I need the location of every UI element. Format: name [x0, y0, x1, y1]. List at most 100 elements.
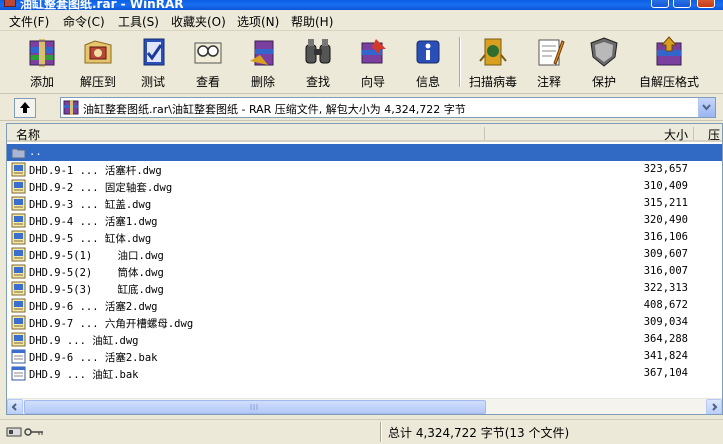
menu-favorites[interactable]: 收藏夹(O): [171, 13, 226, 30]
up-folder-button[interactable]: [14, 98, 36, 118]
status-bar: 总计 4,324,722 字节(13 个文件): [0, 419, 723, 444]
file-name: ..: [29, 146, 42, 158]
file-row[interactable]: DHD.9-2 ... 固定轴套.dwg 310,409: [7, 178, 722, 195]
menu-help[interactable]: 帮助(H): [291, 13, 333, 30]
find-icon: [305, 39, 331, 64]
file-list[interactable]: 名称 大小 压 .. DHD.9-1 ... 活塞杆.dwg 323,657 DHD.…: [6, 123, 723, 415]
file-row[interactable]: DHD.9-6 ... 活塞2.bak 341,824: [7, 348, 722, 365]
maximize-button[interactable]: [673, 0, 691, 8]
file-name: DHD.9-5(3) 缸底.dwg: [29, 284, 164, 296]
scroll-thumb[interactable]: [24, 400, 486, 414]
dwg-file-icon: [11, 179, 26, 194]
toolbar-separator: [459, 37, 461, 87]
scroll-left-button[interactable]: [7, 399, 23, 414]
drive-key-icon[interactable]: [6, 425, 46, 439]
protect-button[interactable]: 保护: [576, 33, 632, 91]
file-size: 367,104: [643, 367, 688, 379]
wizard-label: 向导: [360, 75, 385, 89]
comment-label: 注释: [536, 75, 561, 89]
file-row[interactable]: DHD.9-7 ... 六角开槽螺母.dwg 309,034: [7, 314, 722, 331]
bak-file-icon: [11, 366, 26, 381]
column-header-name[interactable]: 名称: [16, 126, 40, 143]
horizontal-scrollbar[interactable]: [7, 398, 722, 414]
menu-options[interactable]: 选项(N): [237, 13, 279, 30]
protect-icon: [590, 37, 618, 67]
virus-scan-icon: [479, 38, 507, 66]
toolbar: 添加 解压到 测试 查看 删除 查找 向导 信息 扫描病毒 注释 保护 自解压格…: [0, 31, 723, 94]
view-label: 查看: [195, 75, 220, 89]
virus-scan-button[interactable]: 扫描病毒: [465, 33, 521, 91]
chevron-down-icon: [702, 104, 711, 111]
file-row[interactable]: DHD.9-3 ... 缸盖.dwg 315,211: [7, 195, 722, 212]
address-bar: 油缸整套图纸.rar\油缸整套图纸 - RAR 压缩文件, 解包大小为 4,32…: [0, 95, 723, 121]
file-row[interactable]: DHD.9-4 ... 活塞1.dwg 320,490: [7, 212, 722, 229]
test-button[interactable]: 测试: [125, 33, 181, 91]
arrow-left-icon: [11, 403, 17, 411]
file-row[interactable]: DHD.9-5(3) 缸底.dwg 322,313: [7, 280, 722, 297]
column-divider[interactable]: [693, 127, 694, 140]
extract-to-button[interactable]: 解压到: [70, 33, 126, 91]
file-size: 323,657: [643, 163, 688, 175]
scroll-right-button[interactable]: [706, 399, 722, 414]
info-button[interactable]: 信息: [400, 33, 456, 91]
window-title: 油缸整套图纸.rar - WinRAR: [20, 0, 184, 10]
info-icon: [416, 40, 440, 64]
menu-bar: 文件(F) 命令(C) 工具(S) 收藏夹(O) 选项(N) 帮助(H): [0, 10, 723, 31]
file-size: 315,211: [643, 197, 688, 209]
sfx-icon: [656, 36, 682, 66]
dwg-file-icon: [11, 281, 26, 296]
minimize-button[interactable]: [651, 0, 669, 8]
file-size: 316,007: [643, 265, 688, 277]
dwg-file-icon: [11, 162, 26, 177]
title-bar: 油缸整套图纸.rar - WinRAR: [0, 0, 723, 10]
path-dropdown-button[interactable]: [698, 98, 715, 117]
dwg-file-icon: [11, 247, 26, 262]
menu-commands[interactable]: 命令(C): [63, 13, 105, 30]
delete-button[interactable]: 删除: [235, 33, 291, 91]
close-button[interactable]: [697, 0, 715, 8]
file-name: DHD.9-4 ... 活塞1.dwg: [29, 216, 158, 228]
column-header-packed[interactable]: 压: [708, 126, 720, 143]
file-row[interactable]: DHD.9-6 ... 活塞2.dwg 408,672: [7, 297, 722, 314]
file-name: DHD.9-3 ... 缸盖.dwg: [29, 199, 152, 211]
comment-button[interactable]: 注释: [521, 33, 577, 91]
add-button[interactable]: 添加: [14, 33, 70, 91]
column-header-size[interactable]: 大小: [664, 126, 688, 143]
status-summary: 总计 4,324,722 字节(13 个文件): [388, 426, 570, 440]
file-row[interactable]: DHD.9-1 ... 活塞杆.dwg 323,657: [7, 161, 722, 178]
menu-tools[interactable]: 工具(S): [118, 13, 159, 30]
dwg-file-icon: [11, 196, 26, 211]
path-combobox[interactable]: 油缸整套图纸.rar\油缸整套图纸 - RAR 压缩文件, 解包大小为 4,32…: [60, 97, 716, 118]
file-name: DHD.9 ... 油缸.dwg: [29, 335, 139, 347]
file-size: 309,034: [643, 316, 688, 328]
file-row[interactable]: DHD.9-5(1) 油口.dwg 309,607: [7, 246, 722, 263]
path-text: 油缸整套图纸.rar\油缸整套图纸 - RAR 压缩文件, 解包大小为 4,32…: [83, 103, 466, 116]
view-icon: [194, 42, 222, 64]
archive-icon: [63, 100, 79, 115]
file-row[interactable]: DHD.9 ... 油缸.dwg 364,288: [7, 331, 722, 348]
file-row[interactable]: DHD.9 ... 油缸.bak 367,104: [7, 365, 722, 382]
file-name: DHD.9-1 ... 活塞杆.dwg: [29, 165, 162, 177]
find-button[interactable]: 查找: [290, 33, 346, 91]
parent-folder-row[interactable]: ..: [7, 144, 722, 161]
file-row[interactable]: DHD.9-5(2) 筒体.dwg 316,007: [7, 263, 722, 280]
dwg-file-icon: [11, 230, 26, 245]
column-divider[interactable]: [484, 127, 485, 140]
file-size: 341,824: [643, 350, 688, 362]
sfx-button[interactable]: 自解压格式: [636, 33, 702, 91]
file-name: DHD.9-6 ... 活塞2.bak: [29, 352, 158, 364]
wizard-button[interactable]: 向导: [345, 33, 401, 91]
file-size: 309,607: [643, 248, 688, 260]
wizard-icon: [361, 39, 386, 64]
file-name: DHD.9-7 ... 六角开槽螺母.dwg: [29, 318, 194, 330]
arrow-right-icon: [712, 403, 718, 411]
menu-file[interactable]: 文件(F): [9, 13, 49, 30]
view-button[interactable]: 查看: [180, 33, 236, 91]
file-row[interactable]: DHD.9-5 ... 缸体.dwg 316,106: [7, 229, 722, 246]
delete-icon: [250, 40, 274, 66]
protect-label: 保护: [591, 75, 616, 89]
dwg-file-icon: [11, 332, 26, 347]
file-size: 320,490: [643, 214, 688, 226]
winrar-app-icon: [4, 0, 16, 7]
dwg-file-icon: [11, 264, 26, 279]
